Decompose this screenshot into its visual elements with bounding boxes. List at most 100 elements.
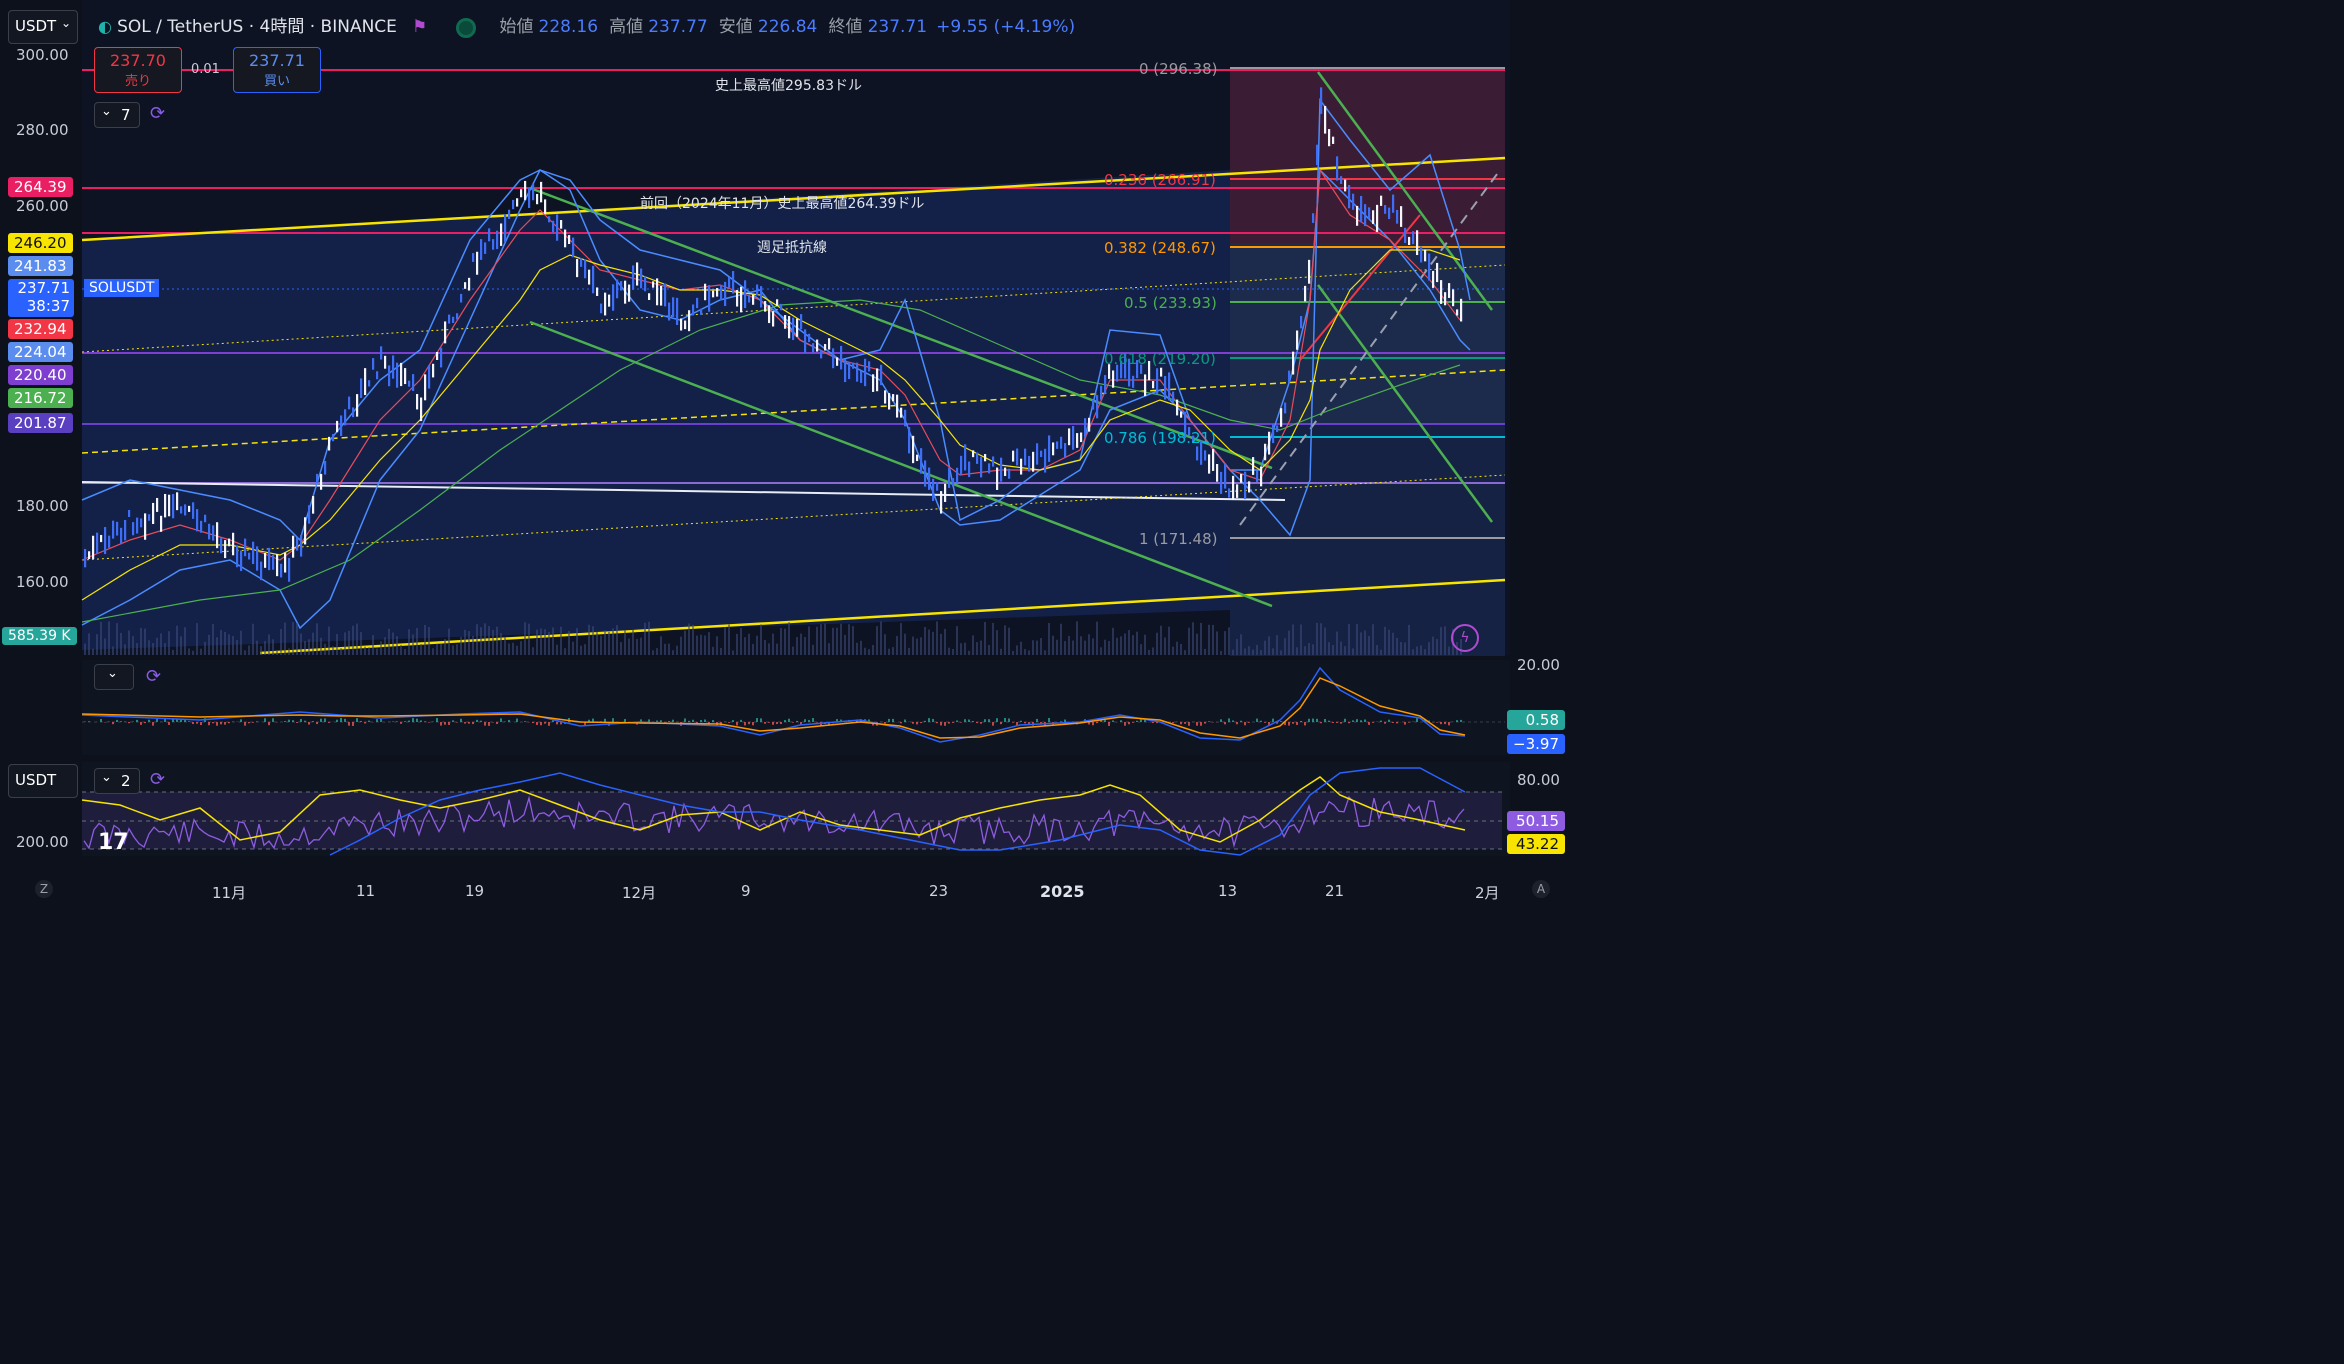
macd-bar	[336, 719, 338, 722]
macd-bar	[1444, 722, 1446, 725]
macd-bar	[1180, 722, 1182, 725]
macd-bar	[952, 722, 954, 723]
volume-bar	[896, 636, 898, 655]
time-label: 19	[465, 882, 485, 900]
volume-bar	[360, 632, 362, 655]
macd-bar	[744, 722, 746, 726]
volume-bar	[912, 636, 914, 655]
macd-bar	[916, 722, 918, 725]
candle	[392, 355, 395, 379]
price-tag-232: 232.94	[8, 319, 73, 339]
rsi-currency-selector[interactable]: USDT	[8, 764, 78, 798]
volume-bar	[112, 646, 114, 655]
macd-bar	[1304, 722, 1306, 726]
candle	[736, 290, 739, 307]
symbol-tag: SOLUSDT	[84, 279, 160, 297]
rsi-toggle[interactable]: ⌄ 2	[94, 768, 140, 794]
volume-bar	[216, 637, 218, 655]
volume-bar	[1156, 632, 1158, 655]
volume-bar	[340, 648, 342, 655]
volume-bar	[1320, 623, 1322, 655]
candle	[604, 292, 607, 316]
macd-bar	[1008, 718, 1010, 722]
volume-bar	[276, 650, 278, 655]
volume-bar	[844, 634, 846, 655]
candle	[772, 311, 775, 327]
volume-bar	[900, 623, 902, 655]
rsi-indicator-count: 2	[121, 772, 131, 790]
volume-bar	[608, 631, 610, 655]
candle	[720, 284, 723, 301]
candle	[888, 393, 891, 410]
candle	[672, 297, 675, 317]
candle	[344, 409, 347, 426]
sell-button[interactable]: 237.70 売り	[94, 47, 182, 93]
refresh-icon: ◐	[98, 17, 112, 36]
volume-tag: 585.39 K	[2, 627, 77, 645]
candle	[1312, 213, 1315, 223]
macd-bar	[152, 722, 154, 726]
flag-icon[interactable]: ⚑	[412, 17, 427, 37]
symbol-title[interactable]: SOL / TetherUS · 4時間 · BINANCE	[117, 17, 397, 37]
corner-left[interactable]: Z	[35, 880, 53, 898]
macd-bar	[1132, 722, 1134, 723]
volume-bar	[836, 627, 838, 655]
volume-bar	[1176, 641, 1178, 655]
volume-bar	[648, 621, 650, 655]
volume-bar	[356, 623, 358, 655]
volume-bar	[196, 623, 198, 655]
corner-right[interactable]: A	[1532, 880, 1550, 898]
volume-bar	[1296, 647, 1298, 655]
macd-bar	[1024, 722, 1026, 724]
sync-icon[interactable]: ⟳	[150, 769, 165, 790]
macd-bar	[148, 719, 150, 722]
candle	[692, 304, 695, 316]
indicators-toggle[interactable]: ⌄ 7	[94, 102, 140, 128]
price-axis-300: 300.00	[16, 46, 69, 64]
volume-bar	[328, 626, 330, 655]
volume-bar	[536, 629, 538, 655]
sync-icon[interactable]: ⟳	[150, 103, 165, 124]
volume-bar	[884, 634, 886, 655]
volume-bar	[1100, 647, 1102, 655]
candle	[1212, 448, 1215, 471]
currency-selector[interactable]: USDT ⌄	[8, 10, 78, 44]
candle	[844, 359, 847, 383]
volume-bar	[1136, 631, 1138, 655]
volume-bar	[736, 633, 738, 655]
time-label: 12月	[622, 884, 657, 902]
candle	[656, 278, 659, 306]
volume-bar	[88, 633, 90, 655]
buy-button[interactable]: 237.71 買い	[233, 47, 321, 93]
lightning-icon[interactable]: ϟ	[1451, 624, 1479, 652]
volume-bar	[760, 624, 762, 655]
candle	[1296, 330, 1299, 350]
macd-bar	[1348, 722, 1350, 724]
sync-icon[interactable]: ⟳	[146, 666, 161, 687]
volume-bar	[1256, 644, 1258, 655]
macd-bar	[136, 719, 138, 722]
candle	[964, 444, 967, 471]
macd-bar	[892, 718, 894, 722]
candle	[476, 251, 479, 275]
candle	[328, 436, 331, 451]
candle	[1276, 425, 1279, 433]
price-tag-241: 241.83	[8, 256, 73, 276]
macd-bar	[368, 720, 370, 722]
candle	[768, 305, 771, 324]
volume-bar	[1384, 626, 1386, 655]
macd-bar	[100, 718, 102, 722]
candle	[176, 492, 179, 511]
price-chart[interactable]	[0, 0, 1568, 912]
candle	[160, 515, 163, 532]
candle	[1440, 280, 1443, 304]
candle	[600, 303, 603, 314]
volume-bar	[1040, 638, 1042, 655]
candle	[764, 301, 767, 312]
candle	[1056, 441, 1059, 449]
macd-bar	[780, 722, 782, 725]
macd-toggle[interactable]: ⌄	[94, 664, 134, 690]
volume-bar	[1084, 640, 1086, 655]
macd-bar	[1360, 720, 1362, 722]
candle	[144, 513, 147, 540]
